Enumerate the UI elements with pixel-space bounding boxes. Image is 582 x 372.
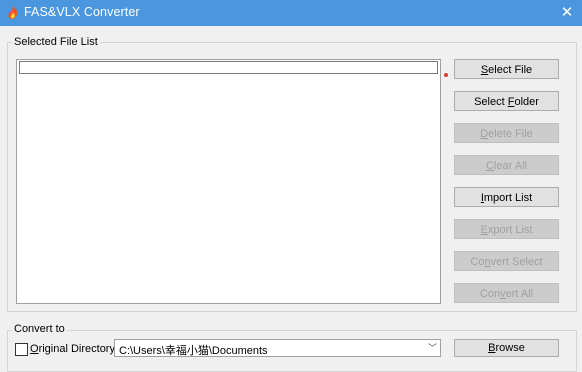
close-icon[interactable]: ✕ [552,0,582,26]
original-directory-label[interactable]: Original Directory [30,343,115,355]
title-bar: FAS&VLX Converter ✕ [0,0,582,26]
clear-all-button[interactable]: Clear All [454,155,559,175]
list-marker-dot [444,73,448,77]
selected-file-list-legend: Selected File List [12,36,100,48]
app-flame-icon [8,6,18,19]
convert-select-button[interactable]: Convert Select [454,251,559,271]
output-path-value: C:\Users\幸福小猫\Documents [119,345,268,357]
convert-to-legend: Convert to [12,323,67,335]
delete-file-button[interactable]: Delete File [454,123,559,143]
select-folder-button[interactable]: Select Folder [454,91,559,111]
export-list-button[interactable]: Export List [454,219,559,239]
import-list-button[interactable]: Import List [454,187,559,207]
chevron-down-icon[interactable]: ﹀ [428,340,437,356]
browse-button[interactable]: Browse [454,339,559,357]
output-path-combo[interactable]: C:\Users\幸福小猫\Documents ﹀ [114,339,441,357]
convert-all-button[interactable]: Convert All [454,283,559,303]
original-directory-checkbox[interactable] [15,343,28,356]
select-file-button[interactable]: Select File [454,59,559,79]
file-list-edit-row[interactable] [19,61,438,74]
window-title: FAS&VLX Converter [24,5,140,19]
file-list-box[interactable] [16,59,441,304]
